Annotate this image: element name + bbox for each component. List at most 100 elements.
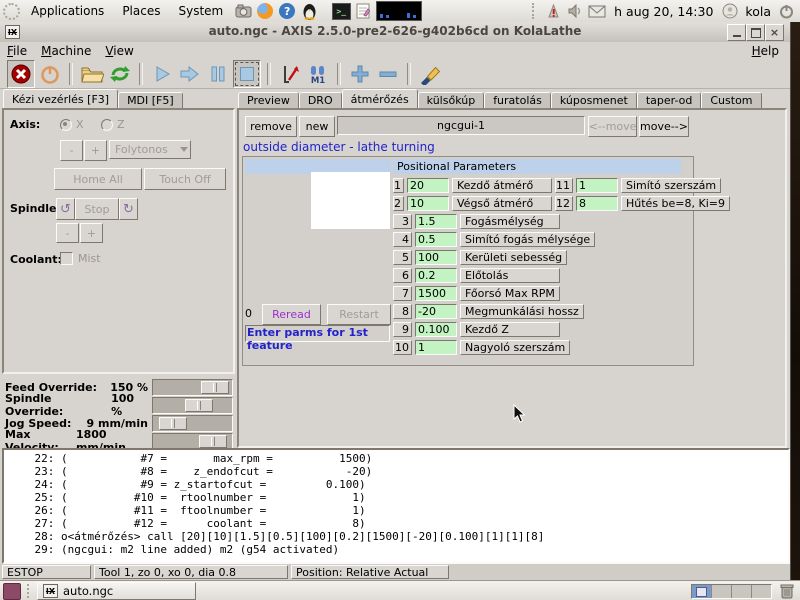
close-button[interactable]: ×	[765, 24, 784, 41]
zoom-out-button[interactable]	[375, 61, 401, 87]
menu-view[interactable]: View	[98, 43, 140, 59]
param-value-input[interactable]	[407, 196, 449, 211]
distro-logo-icon[interactable]	[1, 1, 21, 21]
menu-applications[interactable]: Applications	[22, 0, 113, 22]
skip-lines-button[interactable]	[277, 61, 303, 87]
param-value-input[interactable]	[415, 268, 457, 283]
param-number: 10	[393, 340, 412, 355]
gcode-listing[interactable]: 22: ( #7 = max_rpm = 1500) 23: ( #8 = z_…	[2, 448, 790, 564]
machine-power-button[interactable]	[37, 61, 63, 87]
restart-button[interactable]: Restart	[327, 304, 391, 325]
spindle-slower-button[interactable]: -	[56, 223, 79, 243]
remove-page-button[interactable]: remove	[245, 116, 297, 137]
spindle-cw-button[interactable]: ↻	[119, 198, 138, 220]
axis-window: IX auto.ngc - AXIS 2.5.0-pre2-626-g402b6…	[0, 22, 791, 580]
jog-speed-slider[interactable]	[152, 415, 233, 432]
stop-program-button[interactable]	[233, 60, 261, 88]
param-value-input[interactable]	[576, 196, 618, 211]
param-value-input[interactable]	[415, 232, 457, 247]
menu-help[interactable]: Help	[745, 43, 786, 59]
system-monitor-applet[interactable]	[376, 1, 422, 21]
spindle-stop-button[interactable]: Stop	[75, 198, 119, 220]
trash-icon[interactable]	[780, 583, 794, 599]
param-value-input[interactable]	[576, 178, 618, 193]
optional-stop-m1-button[interactable]: M1	[305, 61, 331, 87]
param-label: Végső átmérő	[452, 196, 552, 211]
mouse-cursor	[513, 404, 527, 424]
param-value-input[interactable]	[415, 340, 457, 355]
mist-checkbox[interactable]: Mist	[60, 252, 101, 265]
page-name-entry[interactable]	[337, 116, 585, 135]
text-editor-icon[interactable]	[353, 1, 373, 21]
taskbar-item[interactable]: IX auto.ngc	[37, 582, 196, 600]
param-row: 4 Simító fogás mélysége	[393, 230, 689, 248]
param-value-input[interactable]	[415, 304, 457, 319]
estop-button[interactable]	[7, 60, 35, 88]
user-switcher[interactable]: kola	[741, 0, 775, 22]
slider-handle[interactable]	[199, 435, 227, 448]
touch-off-button[interactable]: Touch Off	[144, 168, 226, 190]
zoom-in-button[interactable]	[347, 61, 373, 87]
maximize-button[interactable]	[746, 24, 765, 41]
axis-radio-x[interactable]: X	[60, 118, 84, 131]
param-value-input[interactable]	[415, 322, 457, 337]
move-left-button[interactable]: <--move	[588, 116, 637, 137]
slider-handle[interactable]	[159, 417, 187, 430]
workspace-1[interactable]	[692, 585, 712, 598]
show-desktop-icon[interactable]	[3, 583, 21, 600]
workspace-4[interactable]	[752, 585, 771, 598]
reread-button[interactable]: Reread	[262, 304, 321, 325]
axis-radio-z[interactable]: Z	[101, 118, 125, 131]
help-icon[interactable]: ?	[277, 1, 297, 21]
move-right-button[interactable]: move-->	[639, 116, 689, 137]
run-program-button[interactable]	[149, 61, 175, 87]
home-all-button[interactable]: Home All	[54, 168, 142, 190]
feed-override-slider[interactable]	[152, 379, 233, 396]
terminal-icon[interactable]: >_	[331, 1, 351, 21]
notification-icon[interactable]	[543, 1, 563, 21]
clear-plot-button[interactable]	[417, 61, 443, 87]
shutdown-icon[interactable]	[776, 1, 796, 21]
param-value-input[interactable]	[415, 214, 457, 229]
param-value-input[interactable]	[415, 286, 457, 301]
workspace-2[interactable]	[712, 585, 732, 598]
ngcgui-panel: remove new <--move move--> outside diame…	[237, 108, 787, 448]
jog-plus-button[interactable]: +	[84, 140, 107, 161]
param-number: 3	[393, 214, 412, 229]
parameters-area: 0 Reread Restart Enter parms for 1st fea…	[242, 156, 694, 366]
tux-icon[interactable]	[299, 1, 319, 21]
new-page-button[interactable]: new	[299, 116, 335, 137]
firefox-icon[interactable]	[255, 1, 275, 21]
workspace-3[interactable]	[732, 585, 752, 598]
step-line-button[interactable]	[177, 61, 203, 87]
minimize-button[interactable]	[727, 24, 746, 41]
param-value-input[interactable]	[415, 250, 457, 265]
volume-icon[interactable]	[565, 1, 585, 21]
menu-places[interactable]: Places	[113, 0, 169, 22]
panel-handle	[532, 3, 538, 19]
open-file-button[interactable]	[79, 61, 105, 87]
menu-machine[interactable]: Machine	[34, 43, 98, 59]
slider-handle[interactable]	[201, 381, 229, 394]
jog-increment-select[interactable]: Folytonos	[109, 140, 191, 159]
screenshot-icon[interactable]	[233, 1, 253, 21]
slider-handle[interactable]	[185, 399, 213, 412]
param-label: Fogásmélység	[460, 214, 560, 229]
menu-file[interactable]: File	[0, 43, 34, 59]
window-titlebar[interactable]: IX auto.ngc - AXIS 2.5.0-pre2-626-g402b6…	[0, 22, 790, 43]
table-title: Positional Parameters	[393, 159, 681, 174]
pause-program-button[interactable]	[205, 61, 231, 87]
jog-minus-button[interactable]: -	[60, 140, 83, 161]
param-number: 4	[393, 232, 412, 247]
desktop-background	[790, 22, 800, 580]
menu-system[interactable]: System	[169, 0, 232, 22]
param-value-input[interactable]	[407, 178, 449, 193]
spindle-ccw-button[interactable]: ↺	[56, 198, 75, 220]
mail-icon[interactable]	[587, 1, 607, 21]
reload-file-button[interactable]	[107, 61, 133, 87]
max-velocity-slider[interactable]	[152, 433, 233, 450]
spindle-faster-button[interactable]: +	[80, 223, 103, 243]
clock-applet[interactable]: h aug 20, 14:30	[608, 0, 719, 22]
spindle-override-slider[interactable]	[152, 397, 233, 414]
toolbar-separator	[69, 63, 73, 85]
